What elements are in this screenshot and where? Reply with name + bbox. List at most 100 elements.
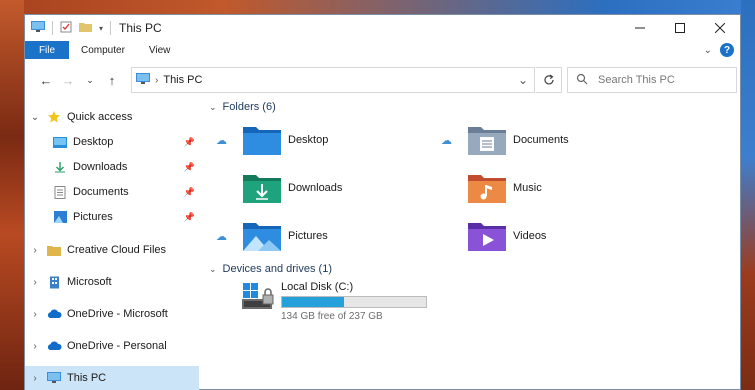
desktop-wallpaper-left [0,0,24,390]
downloads-icon [51,161,69,173]
desktop-folder-icon [243,127,281,155]
nav-label: This PC [67,372,107,384]
expand-ribbon-chevron-icon[interactable]: ⌄ [704,45,712,56]
navigation-bar: ← → ⌄ ↑ › This PC ⌄ Search This PC [25,59,740,101]
collapse-chevron-icon[interactable]: ⌄ [209,102,217,113]
desktop-wallpaper-right [741,0,755,390]
this-pc-icon [45,372,63,384]
quick-access-toolbar: ▾ [31,20,112,36]
pin-icon: 📌 [183,186,195,197]
new-folder-icon[interactable] [79,21,92,35]
creative-cloud-folder-icon [45,245,63,256]
folder-name: Documents [513,134,569,146]
this-pc-icon [136,72,150,88]
folders-group-header[interactable]: ⌄ Folders (6) [209,101,276,113]
address-bar[interactable]: › This PC ⌄ [131,67,535,93]
nav-item-this-pc[interactable]: › This PC [25,366,199,390]
onedrive-cloud-icon [45,341,63,351]
group-title: Devices and drives (1) [222,263,332,275]
nav-item-documents[interactable]: Documents 📌 [25,180,199,204]
documents-folder-icon [468,127,506,155]
this-pc-app-icon [31,20,45,36]
folder-tile-desktop[interactable]: ☁ Desktop [216,123,328,157]
devices-group-header[interactable]: ⌄ Devices and drives (1) [209,263,332,275]
help-button[interactable]: ? [720,43,734,57]
tab-computer[interactable]: Computer [69,41,137,59]
music-folder-icon [468,175,506,203]
drive-usage-fill [282,297,344,307]
pin-icon: 📌 [183,136,195,147]
pin-icon: 📌 [183,211,195,222]
search-box[interactable]: Search This PC [567,67,737,93]
expand-arrow-icon[interactable]: › [25,309,45,320]
nav-item-creative-cloud-files[interactable]: › Creative Cloud Files [25,238,199,262]
documents-icon [51,185,69,199]
downloads-folder-icon [243,175,281,203]
ribbon-tabs: File Computer View ⌄ ? [25,41,740,59]
cloud-status-icon: ☁ [441,134,452,147]
expand-arrow-icon[interactable]: › [25,245,45,256]
title-bar: ▾ This PC [25,15,740,41]
nav-item-downloads[interactable]: Downloads 📌 [25,155,199,179]
pictures-folder-icon [243,223,281,251]
pictures-icon [51,211,69,223]
search-icon [576,73,588,88]
nav-item-pictures[interactable]: Pictures 📌 [25,205,199,229]
up-button[interactable]: ↑ [101,73,123,88]
star-icon [45,110,63,124]
nav-label: Pictures [73,211,113,223]
collapse-chevron-icon[interactable]: ⌄ [209,264,217,275]
breadcrumb-separator-icon[interactable]: › [155,75,158,86]
cloud-status-icon: ☁ [216,230,227,243]
nav-item-microsoft[interactable]: › Microsoft [25,270,199,294]
nav-label: Downloads [73,161,128,173]
expand-chevron-icon[interactable]: ⌄ [25,112,45,123]
customize-toolbar-chevron-icon[interactable]: ▾ [99,24,103,33]
nav-label: Documents [73,186,129,198]
properties-icon[interactable] [60,21,72,36]
nav-label: OneDrive - Personal [67,340,167,352]
folder-tile-pictures[interactable]: ☁ Pictures [216,219,328,253]
content-pane: ⌄ Folders (6) ☁ Desktop ☁ Documents Down… [199,101,740,389]
expand-arrow-icon[interactable]: › [25,277,45,288]
pin-icon: 📌 [183,161,195,172]
recent-locations-button[interactable]: ⌄ [79,75,101,86]
expand-arrow-icon[interactable]: › [25,373,45,384]
breadcrumb-this-pc[interactable]: This PC [163,74,202,86]
nav-label: Microsoft [67,276,112,288]
minimize-button[interactable] [620,15,660,41]
back-button[interactable]: ← [35,73,57,88]
forward-button[interactable]: → [57,73,79,88]
group-title: Folders (6) [222,101,276,113]
drive-tile-local-disk[interactable]: Local Disk (C:) 134 GB free of 237 GB [241,281,427,322]
tab-view[interactable]: View [137,41,183,59]
nav-item-desktop[interactable]: Desktop 📌 [25,130,199,154]
tab-file[interactable]: File [25,41,69,59]
folder-tile-music[interactable]: Music [441,171,542,205]
maximize-button[interactable] [660,15,700,41]
folder-tile-videos[interactable]: Videos [441,219,546,253]
drive-free-space: 134 GB free of 237 GB [281,311,383,322]
folder-name: Desktop [288,134,329,146]
nav-label: Desktop [73,136,114,148]
folder-name: Downloads [288,182,343,194]
local-disk-icon [242,283,274,309]
videos-folder-icon [468,223,506,251]
cloud-status-icon: ☁ [216,134,227,147]
nav-quick-access[interactable]: ⌄ Quick access [25,105,199,129]
address-history-chevron-icon[interactable]: ⌄ [512,73,534,87]
drive-name: Local Disk (C:) [281,281,354,293]
nav-item-onedrive-microsoft[interactable]: › OneDrive - Microsoft [25,302,199,326]
onedrive-cloud-icon [45,309,63,319]
expand-arrow-icon[interactable]: › [25,341,45,352]
desktop-wallpaper [0,0,755,14]
folder-tile-documents[interactable]: ☁ Documents [441,123,569,157]
folder-tile-downloads[interactable]: Downloads [216,171,342,205]
refresh-button[interactable] [536,67,562,93]
window-title: This PC [119,21,162,35]
folder-name: Videos [513,230,547,242]
close-button[interactable] [700,15,740,41]
nav-label: Creative Cloud Files [67,244,167,256]
nav-item-onedrive-personal[interactable]: › OneDrive - Personal [25,334,199,358]
desktop-icon [51,136,69,148]
